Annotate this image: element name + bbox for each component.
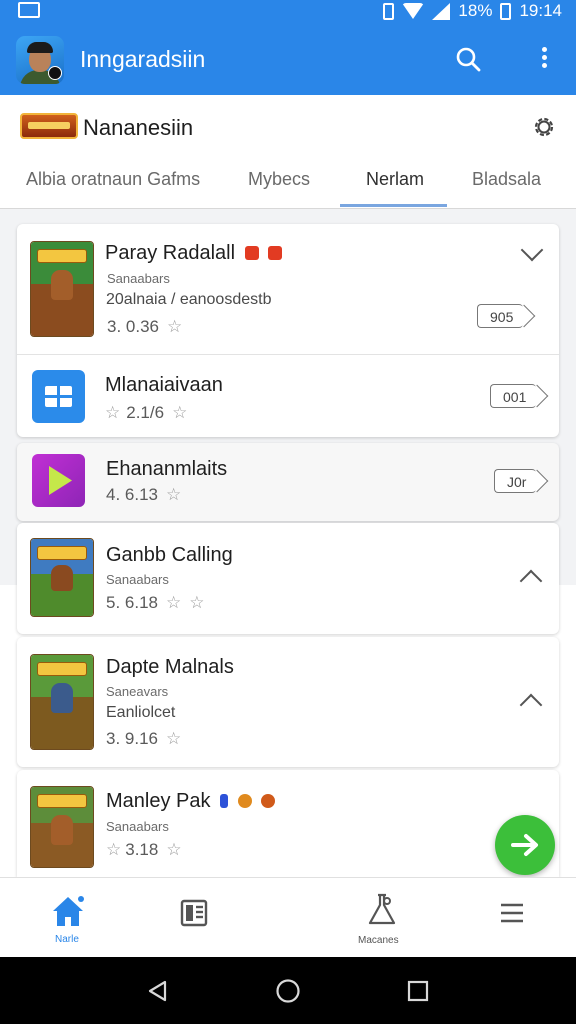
arrow-right-icon <box>511 834 538 856</box>
home-circle-icon[interactable] <box>275 978 301 1004</box>
section-logo <box>20 113 78 139</box>
star-icon: ☆ <box>166 593 182 612</box>
app-title: Inngaradsiin <box>80 46 206 72</box>
app-description: 20alnaia / eanoosdestb <box>106 291 272 308</box>
app-name: Mlanaiaivaan <box>105 374 223 396</box>
system-navigation-bar <box>0 957 576 1024</box>
game-thumbnail <box>30 241 94 337</box>
star-icon: ☆ <box>105 403 121 422</box>
chevron-down-icon[interactable] <box>520 238 544 262</box>
status-bar: 18% 19:14 <box>0 0 576 24</box>
rating-value: 3. 9.16 <box>106 729 158 748</box>
active-tab-indicator <box>340 204 447 207</box>
chevron-up-icon[interactable] <box>519 693 543 717</box>
app-card: Paray Radalall Sanaabars 20alnaia / eano… <box>17 224 559 437</box>
star-icon: ☆ <box>166 729 182 748</box>
game-thumbnail <box>30 786 94 868</box>
app-name: Manley Pak <box>106 790 211 812</box>
tab-bar: Albia oratnaun Gafms Mybecs Nerlam Blads… <box>0 155 576 207</box>
app-card: Ehananmlaits 4. 6.13 ☆ J0r <box>17 443 559 521</box>
game-thumbnail <box>30 538 94 617</box>
avatar[interactable] <box>16 36 64 84</box>
app-name: Dapte Malnals <box>106 656 234 678</box>
list-item[interactable]: Ganbb Calling Sanaabars 5. 6.18 ☆ ☆ <box>17 523 559 634</box>
badge-icon <box>220 794 229 808</box>
app-card: Dapte Malnals Saneavars Eanliolcet 3. 9.… <box>17 637 559 767</box>
app-card: Ganbb Calling Sanaabars 5. 6.18 ☆ ☆ <box>17 523 559 634</box>
app-card: Manley Pak Sanaabars ☆ 3.18 ☆ <box>17 770 559 877</box>
list-item[interactable]: Dapte Malnals Saneavars Eanliolcet 3. 9.… <box>17 637 559 767</box>
star-icon: ☆ <box>189 593 205 612</box>
rating-value: 2.1/6 <box>126 403 165 422</box>
section-header: Nananesiin Albia oratnaun Gafms Mybecs N… <box>0 95 576 209</box>
nav-label-macanes: Macanes <box>358 935 399 946</box>
app-bar: Inngaradsiin <box>0 24 576 95</box>
bottom-navigation: Narle Macanes <box>0 877 576 958</box>
star-icon: ☆ <box>167 317 183 336</box>
search-icon[interactable] <box>455 46 481 72</box>
nav-item-library[interactable] <box>178 896 218 936</box>
rating-value: 5. 6.18 <box>106 593 158 612</box>
star-icon: ☆ <box>166 840 182 859</box>
status-icons: 18% 19:14 <box>383 1 562 21</box>
battery-icon <box>500 2 512 20</box>
vibrate-icon <box>383 2 395 20</box>
tab-3[interactable]: Bladsala <box>472 169 541 190</box>
badge-icon <box>244 246 259 260</box>
list-item[interactable]: Ehananmlaits 4. 6.13 ☆ J0r <box>17 443 559 521</box>
signal-icon <box>432 2 451 20</box>
app-name: Ehananmlaits <box>106 458 228 480</box>
tab-1[interactable]: Mybecs <box>248 169 310 190</box>
badge-icon <box>261 794 276 808</box>
version-tag[interactable]: 905 <box>477 304 524 328</box>
list-item[interactable]: Manley Pak Sanaabars ☆ 3.18 ☆ <box>17 770 559 877</box>
library-icon <box>180 899 208 927</box>
app-subtitle: Sanaabars <box>106 819 169 834</box>
section-title: Nananesiin <box>83 115 194 140</box>
rating-value: 3.18 <box>125 840 159 859</box>
gear-icon[interactable] <box>531 114 557 140</box>
home-icon <box>53 896 84 926</box>
badge-icon <box>268 246 283 260</box>
version-tag[interactable]: J0r <box>494 469 537 493</box>
nav-item-home[interactable]: Narle <box>40 892 98 952</box>
more-options-icon[interactable] <box>534 44 554 74</box>
app-description: Eanliolcet <box>106 704 176 721</box>
tab-0[interactable]: Albia oratnaun Gafms <box>26 169 200 190</box>
rating-value: 4. 6.13 <box>106 485 158 504</box>
menu-icon <box>501 903 523 923</box>
chevron-up-icon[interactable] <box>519 569 543 593</box>
app-icon <box>32 370 85 423</box>
add-button[interactable] <box>495 815 555 875</box>
back-icon[interactable] <box>146 979 170 1003</box>
badge-icon <box>237 794 252 808</box>
app-name: Paray Radalall <box>105 242 236 264</box>
battery-percent: 18% <box>458 1 493 20</box>
nav-item-macanes[interactable]: Macanes <box>352 892 412 952</box>
star-icon: ☆ <box>172 403 188 422</box>
star-icon: ☆ <box>106 840 122 859</box>
clock: 19:14 <box>519 1 562 20</box>
list-item[interactable]: Mlanaiaivaan ☆ 2.1/6 ☆ 001 <box>17 355 559 437</box>
nav-item-menu[interactable] <box>498 900 532 934</box>
image-notification-icon <box>18 2 40 18</box>
wifi-icon <box>402 3 425 19</box>
list-item[interactable]: Paray Radalall Sanaabars 20alnaia / eano… <box>17 224 559 354</box>
nav-label-home: Narle <box>55 934 79 945</box>
app-icon <box>32 454 85 507</box>
rating-value: 3. 0.36 <box>107 317 159 336</box>
star-icon: ☆ <box>166 485 182 504</box>
app-subtitle: Saneavars <box>106 684 169 699</box>
game-thumbnail <box>30 654 94 750</box>
recents-icon[interactable] <box>406 979 430 1003</box>
app-subtitle: Sanaabars <box>106 572 169 587</box>
app-name: Ganbb Calling <box>106 544 233 566</box>
flask-icon <box>368 893 396 925</box>
version-tag[interactable]: 001 <box>490 384 537 408</box>
app-subtitle: Sanaabars <box>107 271 170 286</box>
tab-2[interactable]: Nerlam <box>366 169 424 190</box>
